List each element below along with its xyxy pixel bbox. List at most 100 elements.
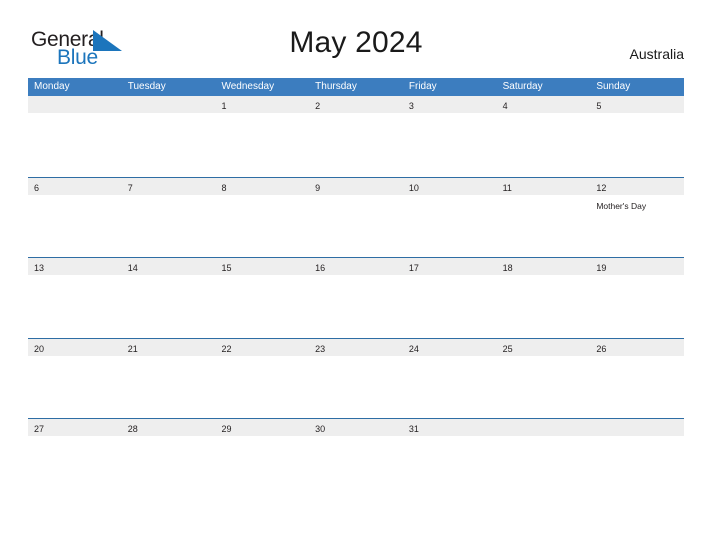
day-cell[interactable]: 6	[28, 178, 122, 195]
day-events[interactable]	[497, 195, 591, 258]
day-events[interactable]	[215, 436, 309, 499]
day-cell[interactable]: 10	[403, 178, 497, 195]
day-number: 7	[127, 182, 133, 193]
calendar-grid: Monday Tuesday Wednesday Thursday Friday…	[28, 78, 684, 499]
weekday-header-saturday: Saturday	[502, 81, 543, 92]
day-events[interactable]: Mother's Day	[590, 195, 684, 258]
day-cell[interactable]: 12	[590, 178, 684, 195]
weekday-header-sunday: Sunday	[596, 81, 631, 92]
day-events[interactable]	[309, 195, 403, 258]
day-cell[interactable]: 19	[590, 258, 684, 275]
day-number: 14	[127, 263, 138, 273]
day-cell[interactable]: 17	[403, 258, 497, 275]
week-row: 1 2 3 4 5	[28, 96, 684, 177]
day-number: 5	[596, 101, 602, 111]
day-number: 6	[34, 182, 40, 193]
day-cell[interactable]	[590, 419, 684, 436]
day-cell[interactable]	[497, 419, 591, 436]
day-events[interactable]	[122, 195, 216, 258]
day-cell[interactable]: 11	[497, 178, 591, 195]
day-events[interactable]	[590, 275, 684, 338]
day-events[interactable]	[497, 436, 591, 499]
day-events[interactable]	[403, 436, 497, 499]
day-events[interactable]	[403, 356, 497, 419]
day-cell[interactable]: 13	[28, 258, 122, 275]
day-events[interactable]	[497, 113, 591, 176]
day-events[interactable]	[215, 275, 309, 338]
day-number: 19	[596, 263, 607, 273]
calendar-page: General Blue May 2024 Australia Monday T…	[0, 0, 712, 550]
day-cell[interactable]: 21	[122, 339, 216, 356]
day-number: 26	[596, 343, 607, 354]
day-cell[interactable]	[122, 96, 216, 113]
day-events[interactable]	[497, 275, 591, 338]
day-cell[interactable]: 26	[590, 339, 684, 356]
day-cell[interactable]: 5	[590, 96, 684, 113]
day-cell[interactable]: 16	[309, 258, 403, 275]
day-number: 2	[315, 101, 321, 111]
day-number: 11	[502, 182, 512, 193]
day-events[interactable]	[28, 356, 122, 419]
day-events[interactable]	[309, 275, 403, 338]
day-events[interactable]	[309, 113, 403, 176]
day-cell[interactable]: 7	[122, 178, 216, 195]
day-number: 21	[127, 343, 138, 354]
day-events[interactable]	[590, 356, 684, 419]
day-cell[interactable]: 23	[309, 339, 403, 356]
weekday-header-row: Monday Tuesday Wednesday Thursday Friday…	[28, 78, 684, 96]
day-events[interactable]	[497, 356, 591, 419]
day-cell[interactable]: 15	[215, 258, 309, 275]
day-cell[interactable]: 31	[403, 419, 497, 436]
day-cell[interactable]	[28, 96, 122, 113]
day-events[interactable]	[122, 436, 216, 499]
day-events[interactable]	[309, 436, 403, 499]
day-number: 24	[408, 343, 419, 354]
day-cell[interactable]: 3	[403, 96, 497, 113]
day-cell[interactable]: 27	[28, 419, 122, 436]
day-cell[interactable]: 25	[497, 339, 591, 356]
week-row: 6 7 8 9 10 11 12 Mother's Day	[28, 176, 684, 258]
day-events[interactable]	[215, 356, 309, 419]
day-events[interactable]	[215, 113, 309, 176]
day-cell[interactable]: 18	[497, 258, 591, 275]
week-event-body: Mother's Day	[28, 194, 684, 258]
day-events[interactable]	[403, 113, 497, 176]
day-events[interactable]	[28, 113, 122, 176]
day-number: 17	[408, 263, 419, 273]
page-header: General Blue May 2024 Australia	[0, 0, 712, 78]
day-cell[interactable]: 28	[122, 419, 216, 436]
day-events[interactable]	[590, 113, 684, 176]
day-events[interactable]	[403, 195, 497, 258]
day-events[interactable]	[122, 275, 216, 338]
day-events[interactable]	[122, 113, 216, 176]
day-cell[interactable]: 20	[28, 339, 122, 356]
day-cell[interactable]: 4	[497, 96, 591, 113]
day-cell[interactable]: 30	[309, 419, 403, 436]
day-cell[interactable]: 1	[215, 96, 309, 113]
day-cell[interactable]: 14	[122, 258, 216, 275]
day-events[interactable]	[28, 195, 122, 258]
day-number: 10	[408, 182, 419, 193]
day-cell[interactable]: 24	[403, 339, 497, 356]
day-events[interactable]	[28, 275, 122, 338]
day-cell[interactable]: 9	[309, 178, 403, 195]
day-events[interactable]	[122, 356, 216, 419]
day-number: 22	[221, 343, 232, 354]
day-number: 28	[127, 424, 138, 434]
day-events[interactable]	[28, 436, 122, 499]
day-number: 9	[315, 182, 321, 193]
day-events[interactable]	[215, 195, 309, 258]
day-number: 15	[221, 263, 232, 273]
day-cell[interactable]: 22	[215, 339, 309, 356]
weekday-header-thursday: Thursday	[315, 81, 357, 92]
day-cell[interactable]: 29	[215, 419, 309, 436]
day-events[interactable]	[309, 356, 403, 419]
day-cell[interactable]: 2	[309, 96, 403, 113]
day-number: 4	[502, 101, 508, 111]
day-events[interactable]	[590, 436, 684, 499]
day-number: 8	[221, 182, 227, 193]
day-cell[interactable]: 8	[215, 178, 309, 195]
page-title: May 2024	[289, 26, 423, 59]
day-number: 25	[502, 343, 513, 354]
day-events[interactable]	[403, 275, 497, 338]
